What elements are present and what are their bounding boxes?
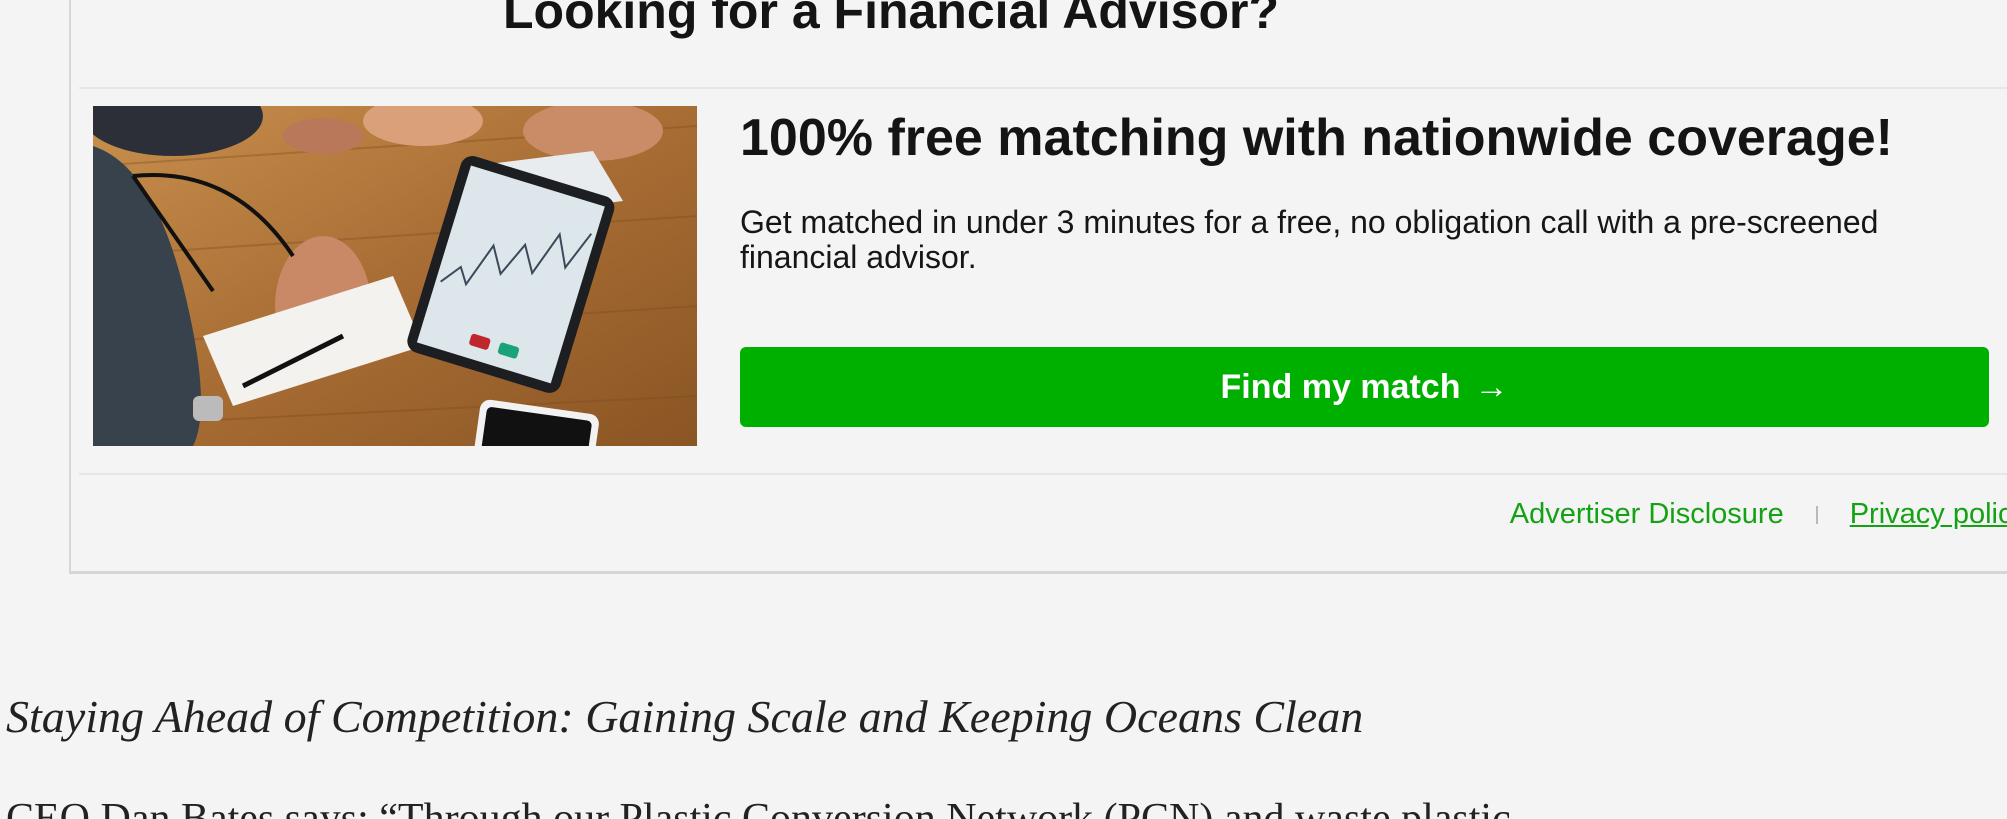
find-my-match-button[interactable]: Find my match → (740, 347, 1989, 427)
privacy-policy-link[interactable]: Privacy policy (1850, 498, 2007, 530)
ad-photo-tablet-meeting (93, 106, 697, 446)
financial-advisor-ad: Looking for a Financial Advisor? 100% fr… (69, 0, 2007, 574)
article-paragraph: CEO Dan Bates says: “Through our Plastic… (6, 796, 1511, 819)
article-subheading: Staying Ahead of Competition: Gaining Sc… (6, 691, 1364, 742)
link-separator (1815, 506, 1818, 525)
divider (79, 87, 2007, 89)
offer-title: 100% free matching with nationwide cover… (740, 109, 1893, 167)
cta-label: Find my match (1220, 367, 1461, 406)
offer-description: Get matched in under 3 minutes for a fre… (740, 204, 1879, 276)
ad-footer-links: Advertiser Disclosure Privacy policy (69, 498, 2007, 531)
ad-offer: 100% free matching with nationwide cover… (740, 109, 1990, 276)
ad-heading: Looking for a Financial Advisor? (502, 0, 1279, 39)
advertiser-disclosure-link[interactable]: Advertiser Disclosure (1510, 498, 1784, 530)
arrow-right-icon: → (1474, 367, 1509, 406)
divider (79, 473, 2007, 475)
